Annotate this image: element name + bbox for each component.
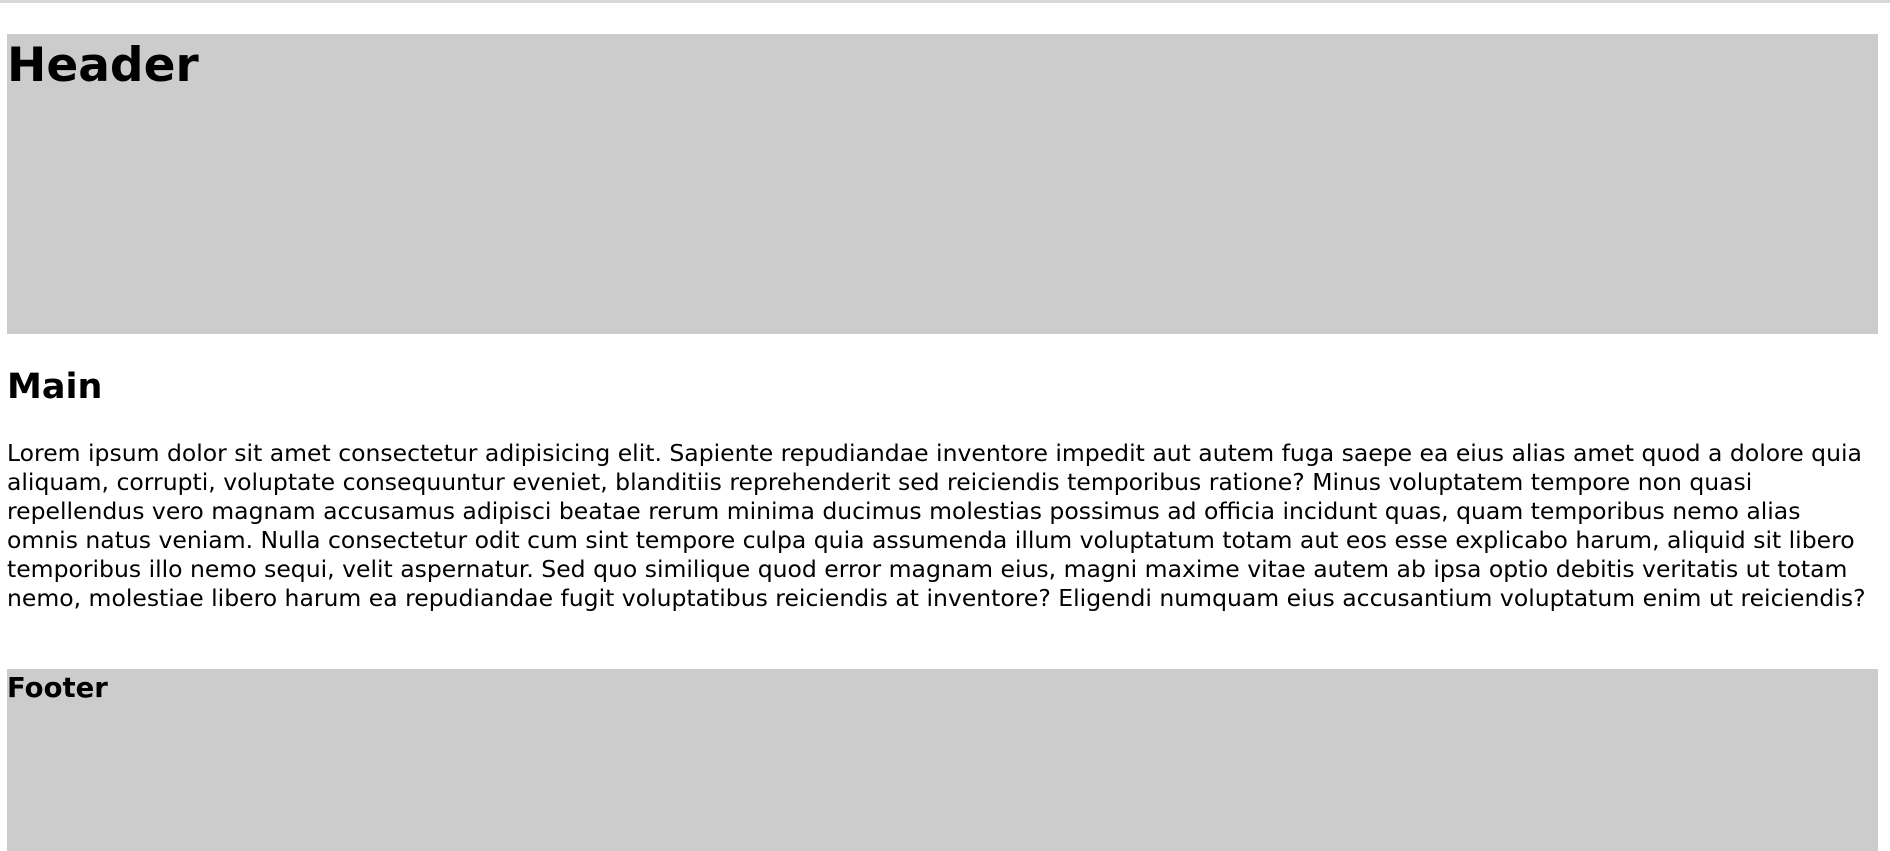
site-footer: Footer — [7, 669, 1878, 851]
main-title: Main — [7, 367, 103, 407]
header-title: Header — [7, 38, 199, 93]
footer-title: Footer — [7, 672, 108, 704]
top-border-line — [0, 0, 1890, 3]
site-header: Header — [7, 34, 1878, 334]
main-paragraph: Lorem ipsum dolor sit amet consectetur a… — [7, 439, 1866, 612]
main-section: Main Lorem ipsum dolor sit amet consecte… — [7, 367, 1878, 613]
